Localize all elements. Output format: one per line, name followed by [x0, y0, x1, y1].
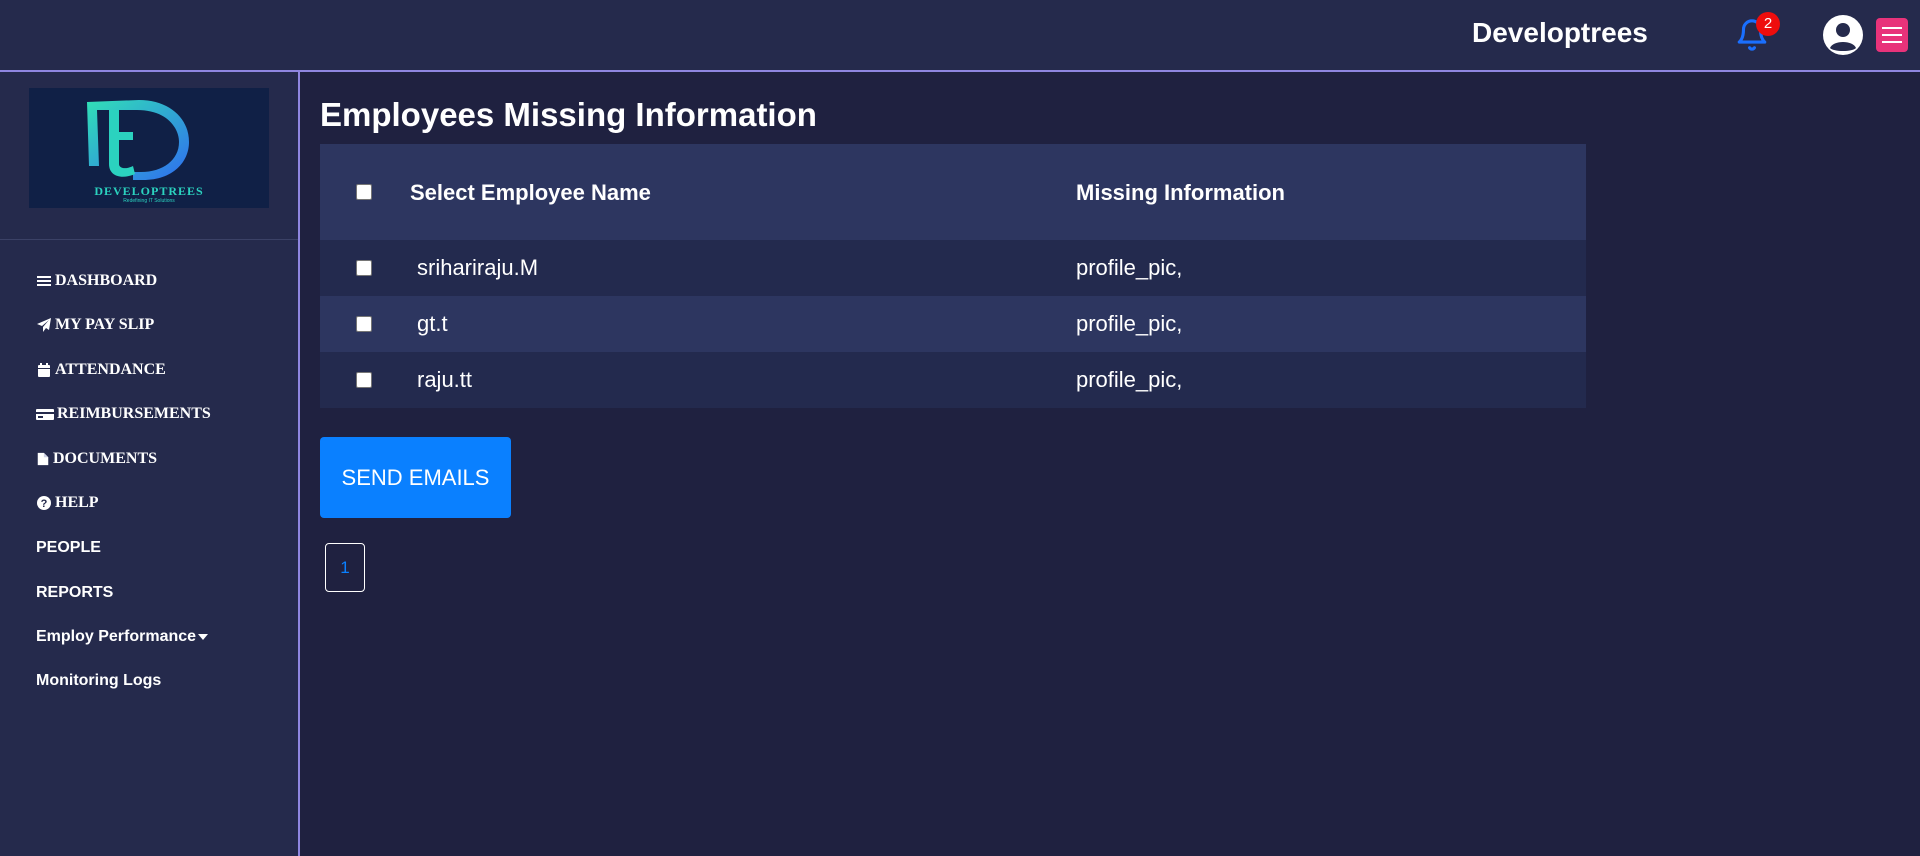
- employee-name: srihariraju.M: [417, 255, 539, 280]
- sidebar-item-label: Monitoring Logs: [36, 672, 162, 689]
- row-checkbox[interactable]: [356, 372, 372, 388]
- sidebar-item-employ-performance[interactable]: Employ Performance: [36, 624, 209, 650]
- sidebar-item-documents[interactable]: DOCUMENTS: [36, 446, 157, 472]
- sidebar-item-label: Employ Performance: [36, 628, 197, 645]
- brand-name: Developtrees: [1472, 17, 1648, 48]
- column-header-name: Select Employee Name: [410, 180, 651, 205]
- sidebar-item-label: PEOPLE: [36, 539, 101, 556]
- row-checkbox[interactable]: [356, 260, 372, 276]
- sidebar-item-reimbursements[interactable]: REIMBURSEMENTS: [36, 401, 211, 427]
- sidebar-item-label: MY PAY SLIP: [55, 316, 155, 333]
- file-icon: [37, 452, 49, 466]
- table-header: Select Employee Name Missing Information: [320, 144, 1586, 240]
- send-emails-button[interactable]: SEND EMAILS: [320, 437, 511, 518]
- table-row: raju.tt profile_pic,: [320, 352, 1586, 408]
- sidebar-divider: [0, 239, 298, 240]
- sidebar-item-help[interactable]: ? HELP: [36, 490, 99, 516]
- hamburger-menu-button[interactable]: [1876, 18, 1908, 52]
- user-circle-icon: [1823, 15, 1863, 55]
- sidebar-item-label: REIMBURSEMENTS: [57, 405, 211, 422]
- missing-information: profile_pic,: [1076, 367, 1183, 392]
- employee-name: gt.t: [417, 311, 448, 336]
- column-header-missing: Missing Information: [1076, 180, 1285, 205]
- credit-card-icon: [36, 409, 54, 420]
- missing-information: profile_pic,: [1076, 311, 1183, 336]
- question-circle-icon: ?: [37, 496, 51, 510]
- sidebar-item-dashboard[interactable]: DASHBOARD: [36, 268, 157, 294]
- logo-caption: DEVELOPTREES: [94, 184, 204, 198]
- calendar-icon: [38, 363, 50, 377]
- notifications-button[interactable]: 2: [1732, 12, 1780, 58]
- svg-text:?: ?: [41, 498, 48, 510]
- employee-name: raju.tt: [417, 367, 473, 392]
- hamburger-menu-icon: [1882, 27, 1902, 29]
- pagination-page-1[interactable]: 1: [325, 543, 365, 592]
- row-checkbox[interactable]: [356, 316, 372, 332]
- sidebar-item-monitoring-logs[interactable]: Monitoring Logs: [36, 668, 161, 694]
- missing-information: profile_pic,: [1076, 255, 1183, 280]
- sidebar-item-label: REPORTS: [36, 584, 114, 601]
- company-logo[interactable]: DEVELOPTREES Redefining IT Solutions: [29, 88, 269, 208]
- sidebar-item-label: HELP: [55, 494, 99, 511]
- caret-down-icon: [198, 634, 209, 640]
- logo-tagline: Redefining IT Solutions: [123, 198, 175, 204]
- paper-plane-icon: [37, 318, 51, 332]
- top-bar: Developtrees 2: [0, 0, 1920, 72]
- sidebar-item-people[interactable]: PEOPLE: [36, 535, 101, 561]
- notification-count-badge: 2: [1756, 12, 1780, 36]
- sidebar-item-label: DASHBOARD: [55, 272, 158, 289]
- sidebar-item-attendance[interactable]: ATTENDANCE: [36, 357, 166, 383]
- sidebar: DEVELOPTREES Redefining IT Solutions DAS…: [0, 72, 300, 856]
- sidebar-item-my-pay-slip[interactable]: MY PAY SLIP: [36, 312, 154, 338]
- select-all-checkbox[interactable]: [356, 184, 372, 200]
- sidebar-item-label: DOCUMENTS: [53, 450, 158, 467]
- page-title: Employees Missing Information: [320, 96, 817, 133]
- user-account-button[interactable]: [1822, 14, 1864, 56]
- sidebar-item-reports[interactable]: REPORTS: [36, 580, 113, 606]
- table-row: gt.t profile_pic,: [320, 296, 1586, 352]
- bars-icon: [37, 276, 51, 286]
- table-row: srihariraju.M profile_pic,: [320, 240, 1586, 296]
- sidebar-item-label: ATTENDANCE: [55, 361, 166, 378]
